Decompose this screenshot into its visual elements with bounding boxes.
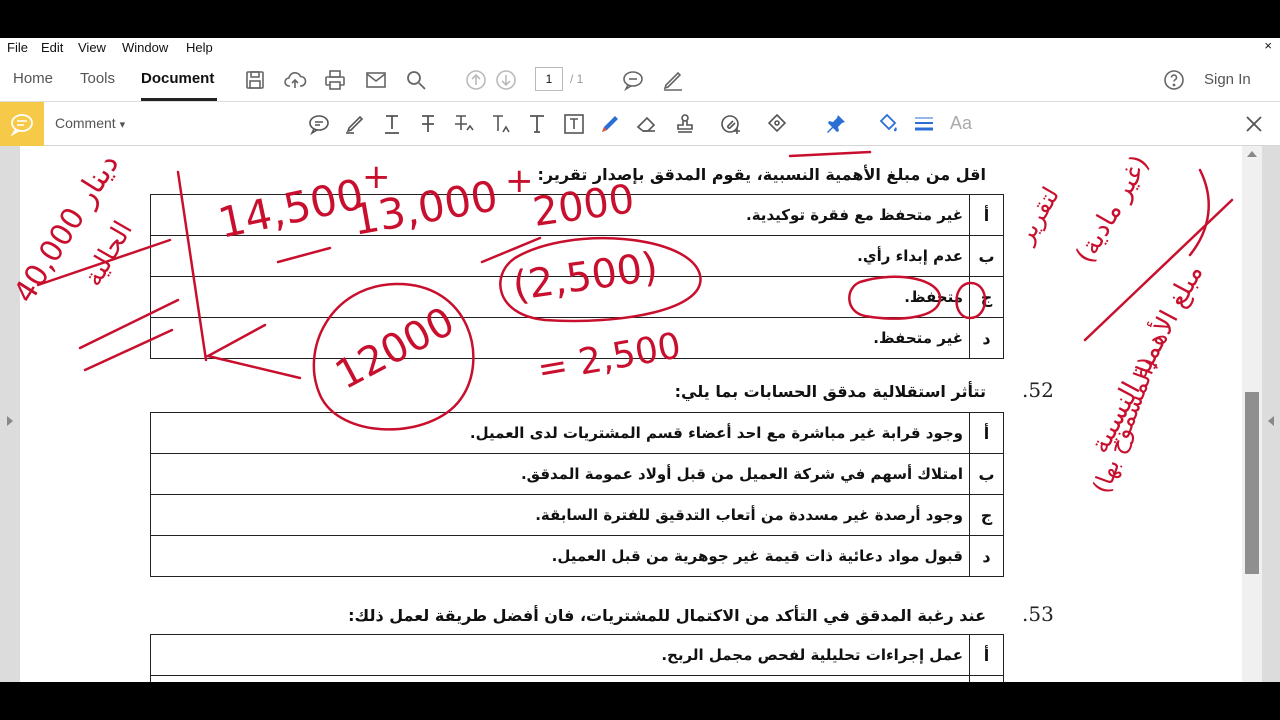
page-number-input[interactable]: 1 <box>535 67 563 91</box>
comment-badge-icon <box>10 114 33 137</box>
attach-icon[interactable] <box>719 112 743 136</box>
option-letter: ج <box>969 494 1004 536</box>
app-toolbar: Home Tools Document <box>0 58 1280 102</box>
q53-number: .53 <box>1022 602 1054 626</box>
q53-options-table: أ عمل إجراءات تحليلية لفحص مجمل الربح. <box>150 634 1004 682</box>
fill-color-icon[interactable] <box>876 112 900 136</box>
insert-text-icon[interactable] <box>489 112 513 136</box>
menu-window[interactable]: Window <box>122 40 168 55</box>
q51-options-table: أ غير متحفظ مع فقرة توكيدية. ب عدم إبداء ر… <box>150 194 1004 359</box>
option-letter: د <box>969 535 1004 577</box>
table-row: ج وجود أرصدة غير مسددة من أتعاب التدقيق ل… <box>150 494 1004 536</box>
comment-dropdown[interactable]: Comment ▾ <box>55 115 125 131</box>
option-text: قبول مواد دعائية ذات قيمة غير جوهرية من … <box>150 535 970 577</box>
option-text: غير متحفظ مع فقرة توكيدية. <box>150 194 970 236</box>
pin-icon[interactable] <box>824 112 848 136</box>
menu-bar: File Edit View Window Help × <box>0 38 1280 58</box>
table-row: أ عمل إجراءات تحليلية لفحص مجمل الربح. <box>150 634 1004 676</box>
option-text: عدم إبداء رأي. <box>150 235 970 277</box>
nav-document[interactable]: Document <box>141 70 214 87</box>
stamp-icon[interactable] <box>673 112 697 136</box>
close-document-button[interactable]: × <box>1264 38 1272 53</box>
page-up-icon[interactable] <box>464 68 488 92</box>
option-letter: ب <box>969 453 1004 495</box>
nav-tools[interactable]: Tools <box>80 70 115 87</box>
text-underline-icon[interactable] <box>380 112 404 136</box>
close-comment-icon[interactable] <box>1242 112 1266 136</box>
save-icon[interactable] <box>243 68 267 92</box>
line-weight-icon[interactable] <box>912 112 936 136</box>
highlight-icon[interactable] <box>343 112 367 136</box>
pdf-page: اقل من مبلغ الأهمية النسبية، يقوم المدقق… <box>20 146 1242 682</box>
comment-label: Comment <box>55 115 116 131</box>
sticky-note-icon[interactable] <box>307 112 331 136</box>
table-row: ب عدم إبداء رأي. <box>150 235 1004 277</box>
option-text: وجود قرابة غير مباشرة مع احد أعضاء قسم ا… <box>150 412 970 454</box>
option-letter: أ <box>969 412 1004 454</box>
table-row: أ غير متحفظ مع فقرة توكيدية. <box>150 194 1004 236</box>
bottom-black-bar <box>0 682 1280 720</box>
q52-number: .52 <box>1022 378 1054 402</box>
option-text: متحفظ. <box>150 276 970 318</box>
nav-home[interactable]: Home <box>13 70 53 87</box>
scrollbar-thumb[interactable] <box>1245 392 1259 574</box>
table-row: ج متحفظ. <box>150 276 1004 318</box>
option-letter: ب <box>969 235 1004 277</box>
shapes-icon[interactable] <box>765 112 789 136</box>
page-down-icon[interactable] <box>494 68 518 92</box>
option-letter: د <box>969 317 1004 359</box>
q51-intro-text: اقل من مبلغ الأهمية النسبية، يقوم المدقق… <box>537 165 987 184</box>
text-box-icon[interactable] <box>562 112 586 136</box>
table-row: ب امتلاك أسهم في شركة العميل من قبل أولاد… <box>150 453 1004 495</box>
option-letter: ج <box>969 276 1004 318</box>
draw-pencil-icon[interactable] <box>598 112 622 136</box>
upload-icon[interactable] <box>283 68 307 92</box>
scroll-up-icon <box>1247 151 1257 157</box>
table-row: د غير متحفظ. <box>150 317 1004 359</box>
table-row: د قبول مواد دعائية ذات قيمة غير جوهرية من… <box>150 535 1004 577</box>
chevron-right-icon <box>7 416 13 426</box>
q52-options-table: أ وجود قرابة غير مباشرة مع احد أعضاء قسم … <box>150 412 1004 577</box>
option-text: وجود أرصدة غير مسددة من أتعاب التدقيق لل… <box>150 494 970 536</box>
comment-tool-badge <box>0 102 44 146</box>
chevron-left-icon <box>1268 416 1274 426</box>
add-text-icon[interactable] <box>525 112 549 136</box>
option-letter: أ <box>969 634 1004 676</box>
table-row: أ وجود قرابة غير مباشرة مع احد أعضاء قسم … <box>150 412 1004 454</box>
text-properties-button[interactable]: Aa <box>950 113 972 134</box>
q53-text: عند رغبة المدقق في التأكد من الاكتمال لل… <box>348 606 986 625</box>
right-panel-toggle[interactable] <box>1262 146 1280 682</box>
menu-view[interactable]: View <box>78 40 106 55</box>
email-icon[interactable] <box>364 68 388 92</box>
comment-bubble-icon[interactable] <box>621 68 645 92</box>
chevron-down-icon: ▾ <box>119 119 126 131</box>
option-letter: أ <box>969 194 1004 236</box>
eraser-icon[interactable] <box>635 112 659 136</box>
page-total: / 1 <box>570 72 584 86</box>
menu-help[interactable]: Help <box>186 40 213 55</box>
option-text: امتلاك أسهم في شركة العميل من قبل أولاد … <box>150 453 970 495</box>
menu-file[interactable]: File <box>7 40 28 55</box>
sign-in-link[interactable]: Sign In <box>1204 71 1251 88</box>
replace-text-icon[interactable] <box>452 112 476 136</box>
print-icon[interactable] <box>323 68 347 92</box>
menu-edit[interactable]: Edit <box>41 40 63 55</box>
active-tab-indicator <box>141 98 217 101</box>
option-text: عمل إجراءات تحليلية لفحص مجمل الربح. <box>150 634 970 676</box>
left-panel-toggle[interactable] <box>0 146 20 682</box>
pen-sign-icon[interactable] <box>661 68 685 92</box>
search-icon[interactable] <box>404 68 428 92</box>
option-text: غير متحفظ. <box>150 317 970 359</box>
help-icon[interactable] <box>1162 68 1186 92</box>
q52-text: تتأثر استقلالية مدقق الحسابات بما يلي: <box>674 382 986 401</box>
top-black-bar <box>0 0 1280 38</box>
strikethrough-icon[interactable] <box>416 112 440 136</box>
